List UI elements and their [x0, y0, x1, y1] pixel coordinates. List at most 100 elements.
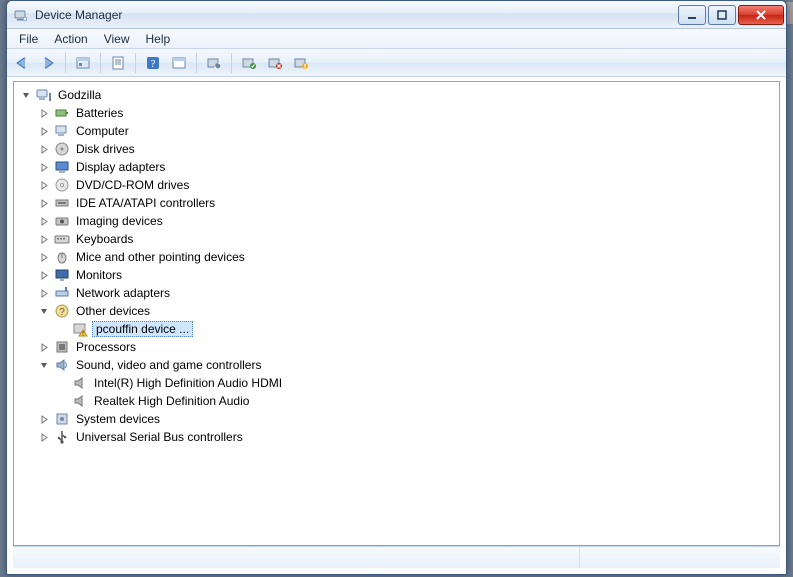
collapse-icon[interactable] [20, 89, 32, 101]
tree-node[interactable]: Intel(R) High Definition Audio HDMI [56, 374, 779, 392]
expand-icon[interactable] [38, 215, 50, 227]
tree-node-label: Mice and other pointing devices [74, 249, 247, 265]
tree-node-label: Batteries [74, 105, 125, 121]
tree-node[interactable]: pcouffin device ... [56, 320, 779, 338]
system-icon [54, 411, 70, 427]
disable-icon [293, 55, 309, 71]
window-button[interactable] [168, 52, 190, 74]
tree-node[interactable]: Batteries [38, 104, 779, 122]
scan-hardware-button[interactable] [238, 52, 260, 74]
tree-node-label: Processors [74, 339, 138, 355]
expand-icon[interactable] [38, 143, 50, 155]
tree-node-label: Universal Serial Bus controllers [74, 429, 245, 445]
expand-icon[interactable] [38, 125, 50, 137]
toolbar-separator [100, 53, 101, 73]
device-tree: GodzillaBatteriesComputerDisk drivesDisp… [14, 86, 779, 446]
tree-node[interactable]: IDE ATA/ATAPI controllers [38, 194, 779, 212]
cpu-icon [54, 339, 70, 355]
tree-node-label: System devices [74, 411, 162, 427]
tree-node[interactable]: Mice and other pointing devices [38, 248, 779, 266]
optical-icon [54, 177, 70, 193]
show-hidden-button[interactable] [72, 52, 94, 74]
collapse-icon[interactable] [38, 305, 50, 317]
expand-icon[interactable] [38, 179, 50, 191]
device-tree-pane[interactable]: GodzillaBatteriesComputerDisk drivesDisp… [13, 81, 780, 546]
tree-root-node[interactable]: Godzilla [20, 86, 779, 104]
properties-page-icon [110, 55, 126, 71]
collapse-icon[interactable] [38, 359, 50, 371]
menu-view[interactable]: View [96, 30, 138, 48]
expand-icon[interactable] [38, 161, 50, 173]
menu-action[interactable]: Action [46, 30, 95, 48]
device-manager-window: Device Manager File Action View Help ? G… [6, 0, 787, 575]
warning-device-icon [72, 321, 88, 337]
tree-node-label: Imaging devices [74, 213, 165, 229]
expand-icon[interactable] [38, 287, 50, 299]
expand-icon[interactable] [38, 107, 50, 119]
monitor-icon [54, 267, 70, 283]
expand-icon[interactable] [38, 197, 50, 209]
speaker-icon [72, 393, 88, 409]
tree-node-label: Monitors [74, 267, 124, 283]
usb-icon [54, 429, 70, 445]
toolbar-separator [231, 53, 232, 73]
menubar: File Action View Help [7, 29, 786, 49]
back-button[interactable] [11, 52, 33, 74]
minimize-button[interactable] [678, 5, 706, 25]
update-driver-button[interactable] [203, 52, 225, 74]
tree-node-label: Other devices [74, 303, 152, 319]
properties-page-button[interactable] [107, 52, 129, 74]
titlebar[interactable]: Device Manager [7, 1, 786, 29]
statusbar [13, 546, 780, 568]
toolbar-separator [65, 53, 66, 73]
app-icon [13, 7, 29, 23]
mouse-icon [54, 249, 70, 265]
battery-icon [54, 105, 70, 121]
display-icon [54, 159, 70, 175]
close-button[interactable] [738, 5, 784, 25]
forward-button[interactable] [37, 52, 59, 74]
imaging-icon [54, 213, 70, 229]
expand-icon[interactable] [38, 431, 50, 443]
svg-text:?: ? [151, 58, 156, 70]
maximize-button[interactable] [708, 5, 736, 25]
window-icon [171, 55, 187, 71]
tree-node[interactable]: Sound, video and game controllers [38, 356, 779, 374]
expand-icon[interactable] [38, 413, 50, 425]
menu-help[interactable]: Help [138, 30, 179, 48]
uninstall-icon [267, 55, 283, 71]
tree-node[interactable]: Keyboards [38, 230, 779, 248]
update-driver-icon [206, 55, 222, 71]
tree-node[interactable]: Disk drives [38, 140, 779, 158]
expand-icon[interactable] [38, 269, 50, 281]
uninstall-button[interactable] [264, 52, 286, 74]
tree-node[interactable]: Display adapters [38, 158, 779, 176]
keyboard-icon [54, 231, 70, 247]
tree-node[interactable]: DVD/CD-ROM drives [38, 176, 779, 194]
tree-node-label: Realtek High Definition Audio [92, 393, 251, 409]
window-title: Device Manager [35, 8, 676, 22]
tree-node[interactable]: Monitors [38, 266, 779, 284]
tree-node[interactable]: System devices [38, 410, 779, 428]
toolbar-separator [135, 53, 136, 73]
expand-icon[interactable] [38, 341, 50, 353]
expand-icon[interactable] [38, 233, 50, 245]
other-icon: ? [54, 303, 70, 319]
expand-icon[interactable] [38, 251, 50, 263]
tree-node[interactable]: Network adapters [38, 284, 779, 302]
tree-node[interactable]: Processors [38, 338, 779, 356]
menu-file[interactable]: File [11, 30, 46, 48]
tree-node-label: Disk drives [74, 141, 137, 157]
back-icon [14, 55, 30, 71]
tree-node-label: Keyboards [74, 231, 135, 247]
tree-node[interactable]: Realtek High Definition Audio [56, 392, 779, 410]
disable-button[interactable] [290, 52, 312, 74]
tree-node[interactable]: Imaging devices [38, 212, 779, 230]
tree-node[interactable]: Computer [38, 122, 779, 140]
tree-node-label: Intel(R) High Definition Audio HDMI [92, 375, 284, 391]
tree-node[interactable]: ?Other devices [38, 302, 779, 320]
help-button[interactable]: ? [142, 52, 164, 74]
help-icon: ? [145, 55, 161, 71]
ide-icon [54, 195, 70, 211]
tree-node[interactable]: Universal Serial Bus controllers [38, 428, 779, 446]
